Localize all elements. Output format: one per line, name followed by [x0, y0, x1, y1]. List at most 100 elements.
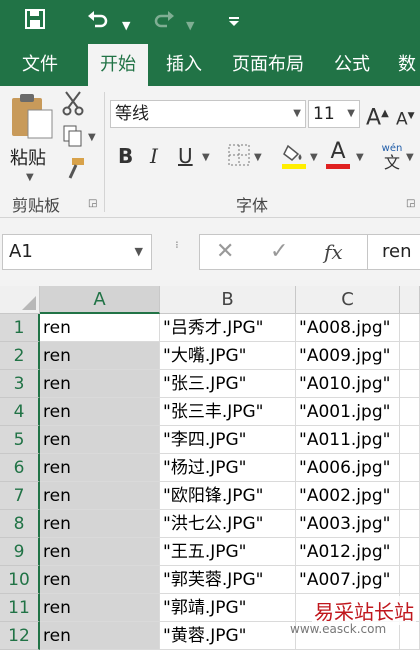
cell-b[interactable]: "欧阳锋.JPG"	[160, 482, 296, 510]
row-header[interactable]: 7	[0, 482, 40, 510]
name-box[interactable]: A1 ▼	[2, 234, 152, 270]
cell-c[interactable]: "A010.jpg"	[296, 370, 400, 398]
row-header[interactable]: 1	[0, 314, 40, 342]
undo-dropdown-icon[interactable]: ▼	[122, 12, 130, 40]
cell-c[interactable]: "A011.jpg"	[296, 426, 400, 454]
font-size-select[interactable]: 11 ▼	[308, 100, 360, 128]
row-header[interactable]: 2	[0, 342, 40, 370]
cell-a[interactable]: ren	[40, 594, 160, 622]
cell-d[interactable]	[400, 538, 420, 566]
cell-b[interactable]: "大嘴.JPG"	[160, 342, 296, 370]
redo-icon[interactable]	[152, 8, 176, 37]
tab-file[interactable]: 文件	[22, 44, 58, 86]
cell-a[interactable]: ren	[40, 482, 160, 510]
cell-c[interactable]: "A008.jpg"	[296, 314, 400, 342]
cell-b[interactable]: "洪七公.JPG"	[160, 510, 296, 538]
cell-d[interactable]	[400, 454, 420, 482]
row-header[interactable]: 5	[0, 426, 40, 454]
increase-font-size-icon[interactable]: A▲	[366, 100, 389, 132]
paste-button[interactable]: 粘贴 ▼	[8, 92, 54, 183]
tab-insert[interactable]: 插入	[166, 44, 202, 86]
row-header[interactable]: 4	[0, 398, 40, 426]
italic-button[interactable]: I	[150, 142, 158, 170]
cell-a[interactable]: ren	[40, 510, 160, 538]
tab-home[interactable]: 开始	[88, 44, 148, 86]
cell-b[interactable]: "黄蓉.JPG"	[160, 622, 296, 650]
cell-b[interactable]: "郭靖.JPG"	[160, 594, 296, 622]
cell-d[interactable]	[400, 482, 420, 510]
cell-d[interactable]	[400, 370, 420, 398]
format-painter-icon[interactable]	[62, 156, 86, 187]
column-header-c[interactable]: C	[296, 286, 400, 314]
phonetic-button[interactable]: wén 文	[380, 144, 404, 172]
formula-input[interactable]: ren	[367, 234, 420, 270]
cell-a[interactable]: ren	[40, 454, 160, 482]
row-header[interactable]: 8	[0, 510, 40, 538]
cell-d[interactable]	[400, 398, 420, 426]
row-header[interactable]: 6	[0, 454, 40, 482]
cut-icon[interactable]	[62, 90, 84, 123]
clipboard-launcher-icon[interactable]: ◲	[88, 198, 97, 209]
cell-c[interactable]: "A006.jpg"	[296, 454, 400, 482]
cell-a[interactable]: ren	[40, 622, 160, 650]
row-header[interactable]: 9	[0, 538, 40, 566]
customize-icon[interactable]	[228, 10, 240, 38]
tab-data[interactable]: 数	[398, 44, 416, 86]
tab-formulas[interactable]: 公式	[334, 44, 370, 86]
bold-button[interactable]: B	[118, 142, 133, 170]
cell-c[interactable]: "A003.jpg"	[296, 510, 400, 538]
copy-icon[interactable]	[62, 124, 84, 155]
cell-d[interactable]	[400, 510, 420, 538]
cell-a[interactable]: ren	[40, 370, 160, 398]
cell-b[interactable]: "郭芙蓉.JPG"	[160, 566, 296, 594]
column-header-b[interactable]: B	[160, 286, 296, 314]
save-icon[interactable]	[24, 8, 46, 37]
font-name-select[interactable]: 等线 ▼	[110, 100, 306, 128]
cell-c[interactable]: "A009.jpg"	[296, 342, 400, 370]
cell-c[interactable]: "A001.jpg"	[296, 398, 400, 426]
undo-icon[interactable]	[86, 8, 110, 37]
cell-d[interactable]	[400, 566, 420, 594]
cancel-icon[interactable]: ✕	[216, 235, 234, 269]
cell-a[interactable]: ren	[40, 538, 160, 566]
column-header-d[interactable]	[400, 286, 420, 314]
cell-a[interactable]: ren	[40, 566, 160, 594]
cell-b[interactable]: "李四.JPG"	[160, 426, 296, 454]
fill-color-dropdown-icon[interactable]: ▼	[310, 152, 318, 163]
cell-a[interactable]: ren	[40, 426, 160, 454]
underline-button[interactable]: U	[178, 142, 193, 170]
cell-c[interactable]: "A007.jpg"	[296, 566, 400, 594]
font-launcher-icon[interactable]: ◲	[406, 198, 415, 209]
cell-d[interactable]	[400, 342, 420, 370]
cell-a[interactable]: ren	[40, 398, 160, 426]
phonetic-dropdown-icon[interactable]: ▼	[406, 152, 414, 163]
cell-c[interactable]: "A012.jpg"	[296, 538, 400, 566]
copy-dropdown-icon[interactable]: ▼	[88, 132, 96, 143]
border-dropdown-icon[interactable]: ▼	[254, 152, 262, 163]
decrease-font-size-icon[interactable]: A▼	[396, 102, 415, 134]
insert-function-icon[interactable]: fx	[324, 235, 343, 269]
tab-page-layout[interactable]: 页面布局	[232, 44, 304, 86]
border-icon[interactable]	[228, 144, 250, 173]
underline-dropdown-icon[interactable]: ▼	[202, 152, 210, 163]
row-header[interactable]: 11	[0, 594, 40, 622]
column-header-a[interactable]: A	[40, 286, 160, 314]
fill-color-icon[interactable]	[282, 142, 306, 177]
paste-dropdown-icon[interactable]: ▼	[26, 172, 34, 183]
row-header[interactable]: 10	[0, 566, 40, 594]
cell-b[interactable]: "王五.JPG"	[160, 538, 296, 566]
cell-d[interactable]	[400, 314, 420, 342]
cell-c[interactable]: "A002.jpg"	[296, 482, 400, 510]
row-header[interactable]: 3	[0, 370, 40, 398]
cell-b[interactable]: "张三丰.JPG"	[160, 398, 296, 426]
cell-d[interactable]	[400, 426, 420, 454]
cell-b[interactable]: "杨过.JPG"	[160, 454, 296, 482]
cell-b[interactable]: "吕秀才.JPG"	[160, 314, 296, 342]
enter-icon[interactable]: ✓	[270, 235, 288, 269]
font-color-button[interactable]: A	[326, 140, 350, 169]
cell-a[interactable]: ren	[40, 314, 160, 342]
select-all-button[interactable]	[0, 286, 40, 314]
font-color-dropdown-icon[interactable]: ▼	[356, 152, 364, 163]
redo-dropdown-icon[interactable]: ▼	[186, 12, 194, 40]
cell-a[interactable]: ren	[40, 342, 160, 370]
